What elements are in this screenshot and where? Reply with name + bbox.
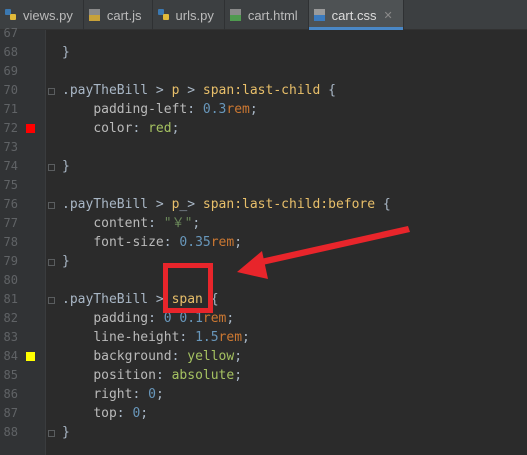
annotation-arrow-icon bbox=[237, 226, 410, 279]
